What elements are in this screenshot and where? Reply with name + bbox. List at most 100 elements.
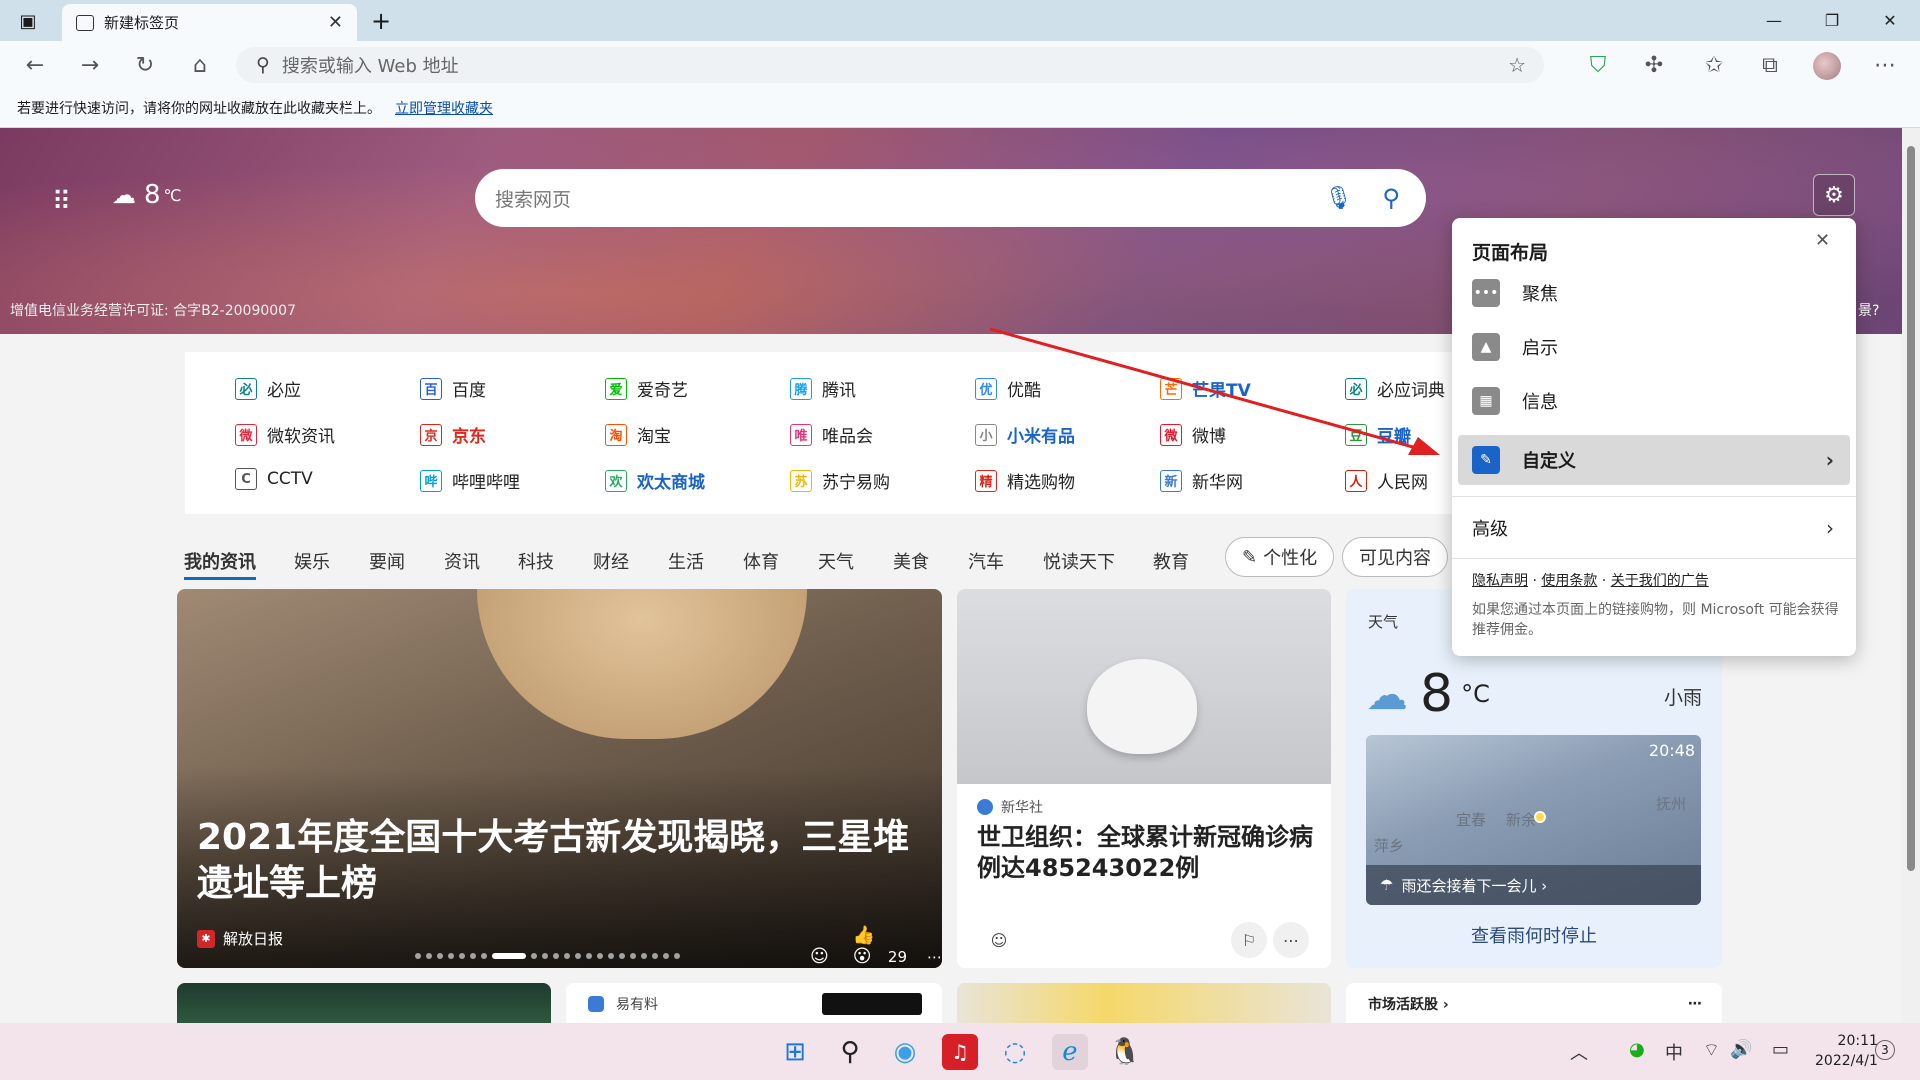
refresh-button[interactable]: ↻	[125, 45, 165, 85]
ads-link[interactable]: 关于我们的广告	[1611, 573, 1709, 589]
quick-link-people[interactable]: 人人民网	[1345, 468, 1428, 493]
start-menu-icon[interactable]: ⊞	[777, 1034, 813, 1070]
feature-title[interactable]: 2021年度全国十大考古新发现揭晓，三星堆遗址等上榜	[197, 815, 917, 907]
tab-auto[interactable]: 汽车	[968, 548, 1004, 574]
apps-grid-icon[interactable]: ⠿	[52, 187, 71, 217]
notification-badge[interactable]: 3	[1875, 1040, 1895, 1060]
more-options-icon[interactable]: ⋯	[927, 948, 942, 966]
quick-link-iqiyi[interactable]: 爱爱奇艺	[605, 376, 688, 401]
rain-notice-bar[interactable]: ☂ 雨还会接着下一会儿 ›	[1366, 865, 1701, 905]
microphone-icon[interactable]: 🎙	[1324, 186, 1352, 211]
quick-link-cctv[interactable]: C CCTV	[235, 468, 313, 490]
close-icon[interactable]: ✕	[1815, 230, 1830, 251]
quick-link-taobao[interactable]: 淘淘宝	[605, 422, 671, 447]
page-scrollbar[interactable]	[1902, 128, 1920, 1023]
feature-source[interactable]: ✱ 解放日报	[197, 928, 283, 949]
qq-icon[interactable]: 🐧	[1107, 1034, 1143, 1070]
layout-option-focused[interactable]: ••• 聚焦	[1458, 268, 1850, 318]
news-card[interactable]: 新华社 世卫组织：全球累计新冠确诊病例达485243022例 ☺ ⚐ ⋯	[957, 589, 1331, 968]
news-title[interactable]: 世卫组织：全球累计新冠确诊病例达485243022例	[977, 822, 1317, 884]
minimize-button[interactable]: —	[1745, 0, 1803, 41]
quick-link-tencent[interactable]: 腾腾讯	[790, 376, 856, 401]
personalize-button[interactable]: ✎ 个性化	[1225, 537, 1335, 577]
quick-link-baidu[interactable]: 百百度	[420, 376, 486, 401]
feature-news-card[interactable]: 2021年度全国十大考古新发现揭晓，三星堆遗址等上榜 ✱ 解放日报 ☺ 👍😮😊 …	[177, 589, 942, 968]
tab-headlines[interactable]: 要闻	[369, 548, 405, 574]
search-icon[interactable]: ⚲	[832, 1034, 868, 1070]
layout-option-informational[interactable]: ▦ 信息	[1458, 376, 1850, 426]
search-icon[interactable]: ⚲	[1382, 184, 1400, 212]
quick-link-vip[interactable]: 唯唯品会	[790, 422, 873, 447]
more-menu-icon[interactable]: ⋯	[1865, 45, 1905, 85]
tab-sports[interactable]: 体育	[743, 548, 779, 574]
bottom-card-2[interactable]: 易有料	[566, 983, 942, 1025]
tab-weather[interactable]: 天气	[818, 548, 854, 574]
taskbar-clock[interactable]: 20:11 2022/4/1	[1815, 1031, 1878, 1071]
quick-link-bilibili[interactable]: 哔哔哩哔哩	[420, 468, 520, 493]
tab-life[interactable]: 生活	[668, 548, 704, 574]
tab-actions-icon[interactable]: ▣	[14, 8, 42, 34]
tab-my-news[interactable]: 我的资讯	[184, 548, 256, 580]
volume-icon[interactable]: 🔊	[1730, 1039, 1752, 1060]
ime-indicator[interactable]: 中	[1665, 1039, 1683, 1065]
favorites-icon[interactable]: ✩	[1694, 45, 1734, 85]
bottom-card-1[interactable]	[177, 983, 551, 1025]
quick-link-suning[interactable]: 苏苏宁易购	[790, 468, 890, 493]
more-options-icon[interactable]: ⋯	[1688, 996, 1702, 1012]
new-tab-button[interactable]: +	[366, 6, 396, 36]
home-button[interactable]: ⌂	[180, 45, 220, 85]
settings-gear-icon[interactable]: ⚙	[1813, 174, 1855, 216]
quick-link-bing[interactable]: 必必应	[235, 376, 301, 401]
terms-link[interactable]: 使用条款	[1541, 573, 1597, 589]
back-button[interactable]: ←	[15, 45, 55, 85]
rain-stop-link[interactable]: 查看雨何时停止	[1346, 922, 1722, 948]
quick-link-heytap[interactable]: 欢欢太商城	[605, 468, 705, 493]
battery-icon[interactable]: ▭	[1772, 1039, 1789, 1060]
collections-icon[interactable]: ⧉	[1750, 45, 1790, 85]
profile-avatar[interactable]	[1813, 52, 1841, 80]
more-options-icon[interactable]: ⋯	[1273, 922, 1309, 958]
tab-reading[interactable]: 悦读天下	[1043, 548, 1115, 574]
quick-link-shopping[interactable]: 精精选购物	[975, 468, 1075, 493]
tab-new-tab[interactable]: 新建标签页 ✕	[62, 4, 357, 41]
quick-link-msn[interactable]: 微微软资讯	[235, 422, 335, 447]
maximize-button[interactable]: ❐	[1803, 0, 1861, 41]
shield-extension-icon[interactable]: ⛉	[1578, 45, 1618, 85]
netease-music-icon[interactable]: ♫	[942, 1034, 978, 1070]
tab-food[interactable]: 美食	[893, 548, 929, 574]
tab-finance[interactable]: 财经	[593, 548, 629, 574]
bookmark-icon[interactable]: ⚐	[1231, 922, 1267, 958]
close-window-button[interactable]: ✕	[1861, 0, 1919, 41]
manage-favorites-link[interactable]: 立即管理收藏夹	[395, 98, 493, 118]
quick-link-xinhua[interactable]: 新新华网	[1160, 468, 1243, 493]
bottom-card-3[interactable]	[957, 983, 1331, 1025]
app-icon[interactable]: ◉	[887, 1034, 923, 1070]
wechat-icon[interactable]: ◕	[1629, 1039, 1645, 1060]
chevron-up-icon[interactable]: ︿	[1570, 1039, 1588, 1065]
wifi-icon[interactable]: ⌔	[1703, 1039, 1720, 1062]
comment-add-icon[interactable]: ☺	[981, 922, 1017, 958]
tab-entertainment[interactable]: 娱乐	[294, 548, 330, 574]
advanced-settings[interactable]: 高级 ›	[1458, 503, 1850, 553]
add-favorite-icon[interactable]: ☆	[1508, 53, 1526, 77]
rain-radar-map[interactable]: 20:48 宜春 新余 抚州 萍乡 ☂ 雨还会接着下一会儿 ›	[1366, 735, 1701, 905]
tab-education[interactable]: 教育	[1153, 548, 1189, 574]
comment-add-icon[interactable]: ☺	[810, 946, 829, 967]
carousel-indicator[interactable]	[415, 953, 680, 959]
quick-link-jd[interactable]: 京京东	[420, 422, 486, 447]
tab-tech[interactable]: 科技	[518, 548, 554, 574]
weather-widget[interactable]: ☁ 8 ℃	[112, 180, 182, 210]
scrollbar-thumb[interactable]	[1907, 146, 1915, 871]
news-source[interactable]: 新华社	[977, 797, 1043, 817]
browser-app-icon[interactable]: ◌	[997, 1034, 1033, 1070]
extensions-icon[interactable]: ✣	[1634, 45, 1674, 85]
address-bar[interactable]: ⚲ 搜索或输入 Web 地址 ☆	[236, 47, 1544, 83]
reaction-emoji-icon[interactable]: 👍😮😊	[853, 925, 882, 968]
web-search-box[interactable]: 搜索网页 🎙 ⚲	[475, 169, 1426, 227]
layout-option-inspirational[interactable]: ▲ 启示	[1458, 322, 1850, 372]
bottom-card-4[interactable]: 市场活跃股 › ⋯	[1346, 983, 1722, 1025]
close-tab-icon[interactable]: ✕	[328, 12, 343, 33]
tab-news[interactable]: 资讯	[444, 548, 480, 574]
forward-button[interactable]: →	[70, 45, 110, 85]
visible-content-button[interactable]: 可见内容	[1342, 537, 1448, 577]
